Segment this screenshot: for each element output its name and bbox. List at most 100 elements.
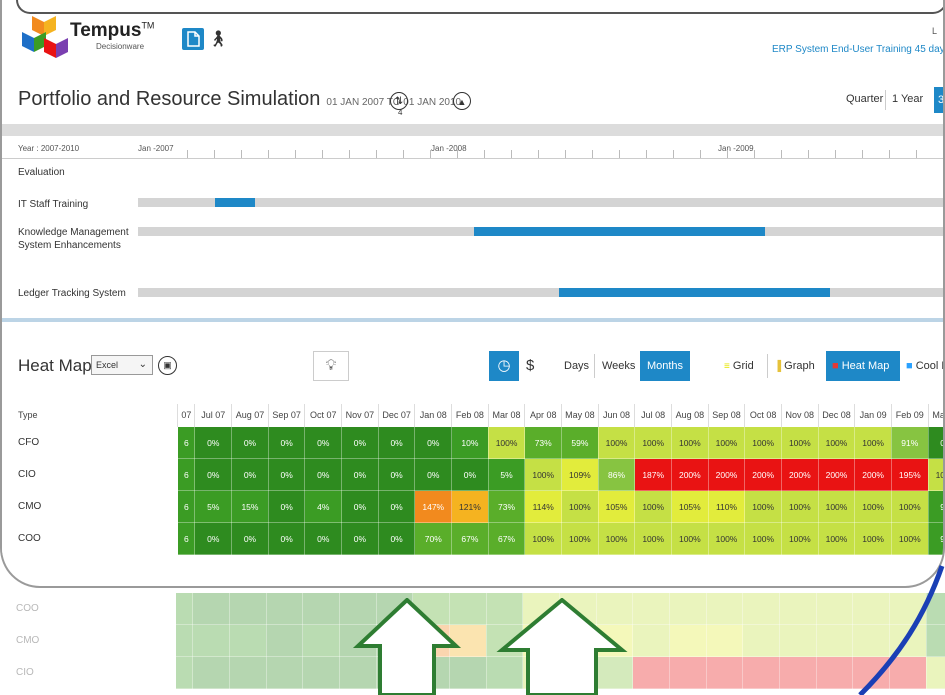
cost-unit-button[interactable]: $ bbox=[526, 357, 534, 374]
task-bar-knowledge-management[interactable] bbox=[473, 227, 765, 236]
zoom-3-year[interactable]: 3 bbox=[934, 87, 943, 113]
heatmap-cell[interactable]: 0% bbox=[267, 458, 306, 491]
heatmap-cell[interactable]: 187% bbox=[634, 458, 673, 491]
collapse-up-icon[interactable]: ▲ bbox=[453, 92, 471, 110]
heatmap-cell[interactable]: 100% bbox=[744, 522, 782, 555]
heatmap-cell[interactable]: 6 bbox=[177, 458, 196, 491]
heatmap-cell[interactable]: 100% bbox=[634, 522, 673, 555]
heatmap-cell[interactable]: 100% bbox=[744, 490, 782, 523]
month-column-header[interactable]: Jun 08 bbox=[598, 404, 636, 427]
heatmap-cell[interactable]: 110% bbox=[707, 490, 746, 523]
heatmap-cell[interactable]: 6 bbox=[177, 490, 196, 523]
heatmap-cell[interactable]: 0% bbox=[304, 426, 343, 459]
heatmap-cell[interactable]: 0% bbox=[377, 490, 416, 523]
heatmap-cell[interactable]: 59% bbox=[561, 426, 599, 459]
zoom-1-year[interactable]: 1 Year bbox=[892, 93, 923, 105]
heatmap-cell[interactable]: 100% bbox=[524, 522, 563, 555]
lightbulb-icon[interactable]: 💡︎ bbox=[313, 351, 349, 381]
heatmap-cell[interactable]: 0% bbox=[377, 522, 416, 555]
heatmap-cell[interactable]: 73% bbox=[524, 426, 563, 459]
panel-splitter[interactable] bbox=[2, 318, 943, 322]
time-unit-icon[interactable]: ◷ bbox=[489, 351, 519, 381]
heatmap-cell[interactable]: 200% bbox=[671, 458, 709, 491]
heatmap-cell[interactable]: 100% bbox=[707, 522, 746, 555]
month-column-header[interactable]: Mar 08 bbox=[488, 404, 526, 427]
heatmap-cell[interactable]: 0% bbox=[231, 426, 269, 459]
heatmap-cell[interactable]: 100% bbox=[561, 490, 599, 523]
heatmap-cell[interactable]: 9% bbox=[927, 522, 943, 555]
heatmap-cell[interactable]: 100% bbox=[817, 426, 856, 459]
heatmap-cell[interactable]: 9% bbox=[927, 490, 943, 523]
task-bar-ledger-tracking[interactable] bbox=[558, 288, 830, 297]
month-column-header[interactable]: Dec 07 bbox=[378, 404, 416, 427]
month-column-header[interactable]: Aug 07 bbox=[231, 404, 269, 427]
heatmap-cell[interactable]: 67% bbox=[451, 522, 489, 555]
heatmap-cell[interactable]: 195% bbox=[890, 458, 929, 491]
heatmap-cell[interactable]: 0% bbox=[927, 426, 943, 459]
month-column-header[interactable]: 07 bbox=[177, 404, 196, 427]
heatmap-cell[interactable]: 121% bbox=[451, 490, 489, 523]
heatmap-cell[interactable]: 100% bbox=[817, 490, 856, 523]
month-column-header[interactable]: May 08 bbox=[561, 404, 599, 427]
heatmap-cell[interactable]: 6 bbox=[177, 426, 196, 459]
view-heat-map[interactable]: ■ Heat Map bbox=[826, 351, 900, 381]
heatmap-cell[interactable]: 0% bbox=[267, 490, 306, 523]
period-days[interactable]: Days bbox=[564, 360, 589, 372]
month-column-header[interactable]: Feb 08 bbox=[451, 404, 489, 427]
period-weeks[interactable]: Weeks bbox=[602, 360, 635, 372]
heatmap-cell[interactable]: 100% bbox=[890, 490, 929, 523]
heatmap-cell[interactable]: 0% bbox=[341, 426, 379, 459]
heatmap-cell[interactable]: 100% bbox=[854, 490, 892, 523]
heatmap-cell[interactable]: 0% bbox=[267, 426, 306, 459]
timeline-scrollbar[interactable] bbox=[2, 124, 943, 136]
month-column-header[interactable]: Sep 07 bbox=[268, 404, 306, 427]
export-format-select[interactable]: Excel ⌄ bbox=[91, 355, 153, 375]
heatmap-cell[interactable]: 0% bbox=[341, 458, 379, 491]
heatmap-cell[interactable]: 86% bbox=[597, 458, 636, 491]
heatmap-cell[interactable]: 100% bbox=[634, 490, 673, 523]
heatmap-cell[interactable]: 100% bbox=[780, 426, 819, 459]
heatmap-cell[interactable]: 0% bbox=[377, 458, 416, 491]
heatmap-cell[interactable]: 5% bbox=[194, 490, 233, 523]
heatmap-cell[interactable]: 73% bbox=[487, 490, 526, 523]
heatmap-cell[interactable]: 109% bbox=[561, 458, 599, 491]
month-column-header[interactable]: Oct 07 bbox=[304, 404, 343, 427]
month-column-header[interactable]: Jul 08 bbox=[634, 404, 673, 427]
heatmap-cell[interactable]: 4% bbox=[304, 490, 343, 523]
period-months[interactable]: Months bbox=[640, 351, 690, 381]
heatmap-cell[interactable]: 100% bbox=[744, 426, 782, 459]
document-icon[interactable] bbox=[182, 28, 204, 50]
heatmap-cell[interactable]: 0% bbox=[231, 458, 269, 491]
month-column-header[interactable]: Jan 08 bbox=[414, 404, 453, 427]
heatmap-cell[interactable]: 0% bbox=[414, 426, 453, 459]
heatmap-cell[interactable]: 100% bbox=[817, 522, 856, 555]
heatmap-cell[interactable]: 200% bbox=[854, 458, 892, 491]
view-grid[interactable]: ≡ Grid bbox=[724, 360, 754, 372]
task-bar-it-staff-training[interactable] bbox=[214, 198, 256, 207]
heatmap-cell[interactable]: 0% bbox=[231, 522, 269, 555]
heatmap-cell[interactable]: 91% bbox=[890, 426, 929, 459]
heatmap-cell[interactable]: 0% bbox=[451, 458, 489, 491]
heatmap-cell[interactable]: 15% bbox=[231, 490, 269, 523]
heatmap-cell[interactable]: 100% bbox=[927, 458, 943, 491]
heatmap-cell[interactable]: 100% bbox=[854, 522, 892, 555]
month-column-header[interactable]: Jul 07 bbox=[194, 404, 233, 427]
heatmap-cell[interactable]: 100% bbox=[890, 522, 929, 555]
export-icon[interactable]: ▣ bbox=[158, 356, 177, 375]
heatmap-cell[interactable]: 0% bbox=[194, 522, 233, 555]
heatmap-cell[interactable]: 200% bbox=[780, 458, 819, 491]
heatmap-cell[interactable]: 100% bbox=[634, 426, 673, 459]
zoom-quarter[interactable]: Quarter bbox=[846, 93, 883, 105]
heatmap-cell[interactable]: 6 bbox=[177, 522, 196, 555]
heatmap-cell[interactable]: 70% bbox=[414, 522, 453, 555]
view-graph[interactable]: ▐ Graph bbox=[774, 360, 815, 372]
heatmap-cell[interactable]: 147% bbox=[414, 490, 453, 523]
heatmap-cell[interactable]: 100% bbox=[671, 426, 709, 459]
heatmap-cell[interactable]: 0% bbox=[194, 458, 233, 491]
month-column-header[interactable]: Nov 07 bbox=[341, 404, 379, 427]
heatmap-cell[interactable]: 100% bbox=[597, 522, 636, 555]
heatmap-cell[interactable]: 100% bbox=[487, 426, 526, 459]
heatmap-cell[interactable]: 0% bbox=[377, 426, 416, 459]
heatmap-cell[interactable]: 200% bbox=[707, 458, 746, 491]
heatmap-cell[interactable]: 100% bbox=[707, 426, 746, 459]
